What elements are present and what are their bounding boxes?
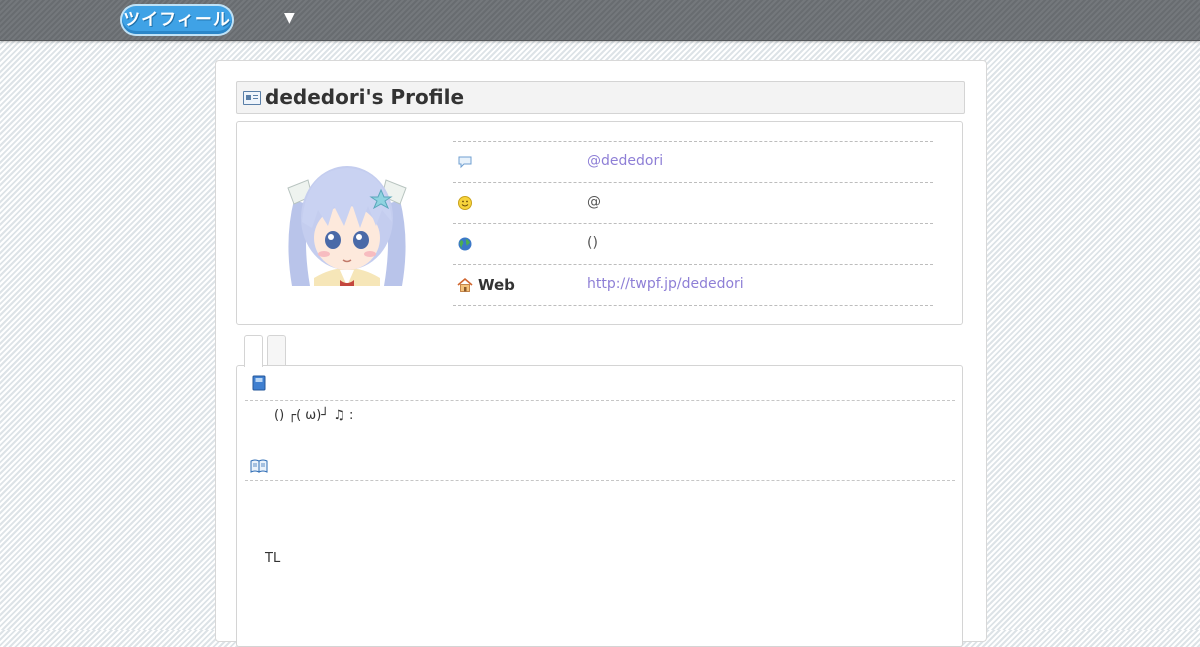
tab-second[interactable] bbox=[267, 335, 286, 366]
profile-title-bar: dededori's Profile bbox=[236, 81, 965, 114]
profile-page-container: dededori's Profile @dededori @ () Web ht… bbox=[215, 60, 987, 647]
location-value: () bbox=[587, 235, 598, 251]
top-navigation-bar: ツイフィール ▼ bbox=[0, 0, 1200, 41]
speech-bubble-icon bbox=[458, 156, 472, 169]
website-link[interactable]: http://twpf.jp/dededori bbox=[587, 276, 744, 292]
site-logo[interactable]: ツイフィール bbox=[122, 6, 232, 34]
detail-section-header bbox=[245, 446, 955, 481]
info-row-web: Web http://twpf.jp/dededori bbox=[453, 264, 933, 306]
globe-icon bbox=[458, 237, 472, 251]
timeline-label: TL bbox=[265, 551, 281, 566]
profile-info-box: @dededori @ () Web http://twpf.jp/dededo… bbox=[236, 121, 963, 325]
open-book-icon bbox=[250, 459, 268, 473]
name-value: @ bbox=[587, 194, 601, 210]
info-row-name: @ bbox=[453, 182, 933, 223]
profile-info-table: @dededori @ () Web http://twpf.jp/dededo… bbox=[453, 141, 933, 306]
tab-content-panel: () ┌( ω)┘ ♫ : TL bbox=[236, 365, 963, 647]
twitter-handle-link[interactable]: @dededori bbox=[587, 153, 663, 169]
menu-dropdown-toggle[interactable]: ▼ bbox=[284, 10, 295, 26]
page-title: dededori's Profile bbox=[265, 85, 465, 109]
info-label-web: Web bbox=[478, 276, 515, 294]
bio-section-header bbox=[245, 366, 955, 401]
info-row-location: () bbox=[453, 223, 933, 264]
smiley-icon bbox=[458, 196, 472, 210]
bio-text: () ┌( ω)┘ ♫ : bbox=[274, 408, 354, 423]
avatar-image bbox=[284, 160, 410, 286]
avatar[interactable] bbox=[284, 160, 410, 286]
book-blue-icon bbox=[252, 375, 266, 391]
tab-first[interactable] bbox=[244, 335, 263, 367]
house-icon bbox=[457, 277, 473, 292]
info-row-twitter: @dededori bbox=[453, 141, 933, 182]
id-card-icon bbox=[243, 91, 261, 105]
